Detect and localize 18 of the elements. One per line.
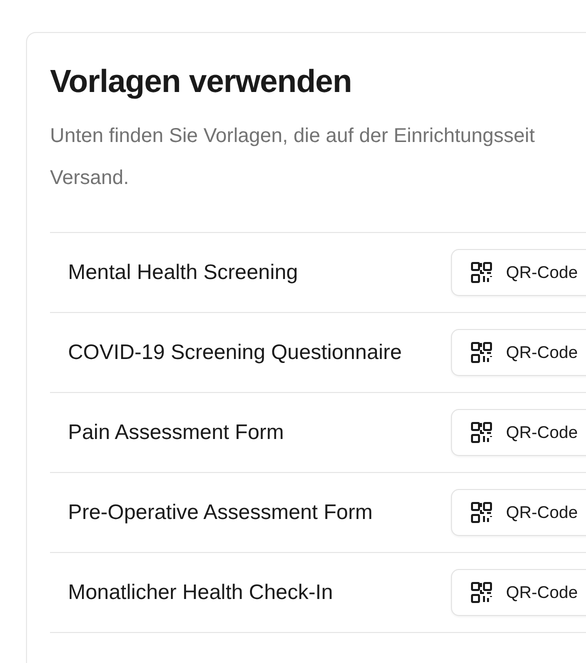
qr-code-icon — [471, 582, 492, 603]
qr-code-button[interactable]: QR-Code — [451, 489, 586, 536]
description-line: Unten finden Sie Vorlagen, die auf der Einrichtungsseit — [50, 124, 535, 149]
description-line: Versand. — [50, 166, 129, 191]
qr-code-icon — [471, 502, 492, 523]
template-name: COVID-19 Screening Questionnaire — [67, 340, 402, 364]
template-name: Pre-Operative Assessment Form — [67, 500, 373, 524]
template-name: Mental Health Screening — [67, 260, 298, 284]
qr-code-icon — [471, 422, 492, 443]
qr-code-button[interactable]: QR-Code — [451, 569, 586, 616]
qr-code-icon — [471, 262, 492, 283]
template-name: Pain Assessment Form — [67, 420, 284, 444]
card-title: Vorlagen verwenden — [50, 62, 353, 101]
template-name: Monatlicher Health Check-In — [67, 580, 333, 604]
qr-code-button[interactable]: QR-Code — [451, 329, 586, 376]
qr-code-button[interactable]: QR-Code — [451, 249, 586, 296]
qr-code-icon — [471, 342, 492, 363]
qr-code-button[interactable]: QR-Code — [451, 409, 586, 456]
